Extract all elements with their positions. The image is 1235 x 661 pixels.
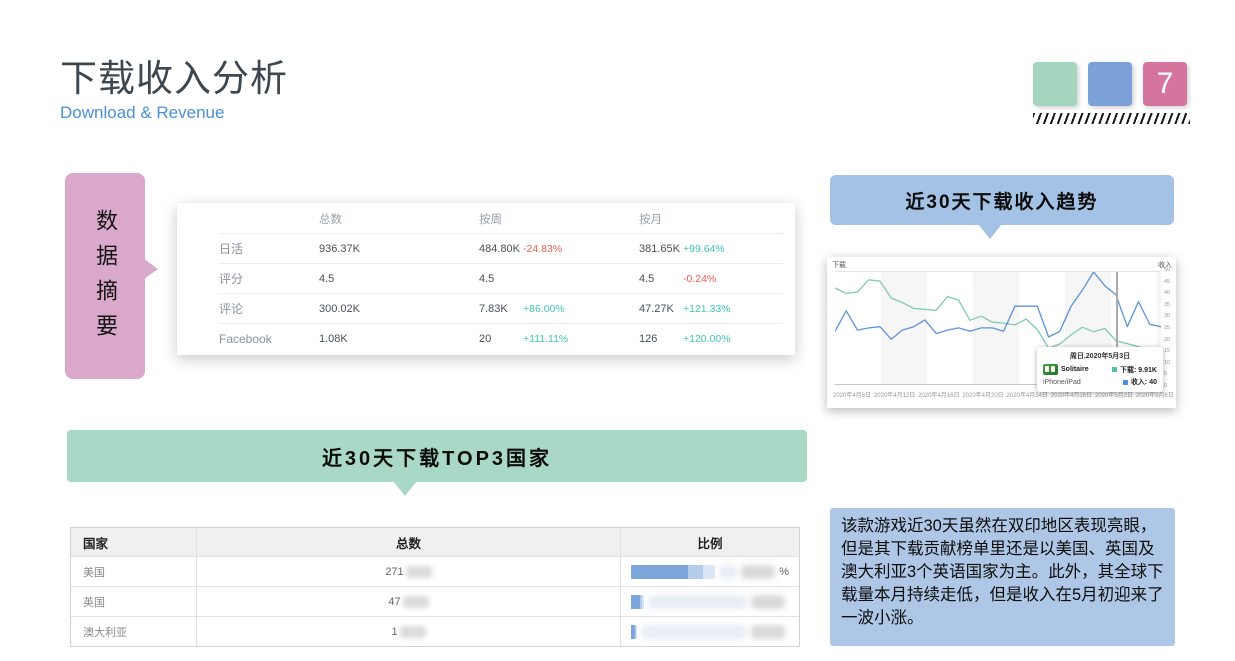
metrics-col-week: 按周: [479, 211, 639, 227]
redacted-percent: [741, 565, 775, 579]
metric-month-delta: +99.64%: [683, 243, 783, 255]
metric-week: 7.83K: [479, 303, 523, 315]
metric-month-delta: +121.33%: [683, 303, 783, 315]
trend-chart-card[interactable]: 下载 收入 50454035302520151050 2020年4月8日2020…: [827, 257, 1176, 408]
deco-square-green: [1033, 62, 1077, 106]
col-total: 总数: [196, 528, 620, 556]
top3-callout-pointer: [393, 481, 417, 496]
metric-week-delta: +86.00%: [523, 303, 639, 315]
country-total: 1: [391, 626, 397, 638]
metric-week: 484.80K: [479, 243, 523, 255]
country-name: 英国: [71, 587, 196, 616]
country-table-header: 国家 总数 比例: [71, 528, 799, 556]
country-row-usa: 美国 271 %: [71, 556, 799, 586]
ratio-bar: [631, 625, 637, 639]
metrics-row-dau: 日活 936.37K 484.80K -24.83% 381.65K +99.6…: [219, 233, 783, 263]
redacted-number: [400, 626, 426, 638]
redacted-area: [719, 565, 737, 579]
country-row-australia: 澳大利亚 1: [71, 616, 799, 646]
redacted-area: [641, 625, 747, 639]
metric-total: 4.5: [319, 273, 479, 285]
tooltip-device: iPhone/iPad: [1043, 379, 1081, 386]
metric-month: 381.65K: [639, 243, 683, 255]
revenue-series-swatch: [1123, 380, 1128, 385]
page-subtitle: Download & Revenue: [60, 103, 224, 123]
right-axis-ticks: 50454035302520151050: [1164, 267, 1170, 389]
top3-section-title: 近30天下载TOP3国家: [322, 442, 552, 471]
deco-square-blue: [1088, 62, 1132, 106]
metric-label: 日活: [219, 240, 319, 257]
analysis-note-text: 该款游戏近30天虽然在双印地区表现亮眼，但是其下载贡献榜单里还是以美国、英国及澳…: [841, 517, 1164, 627]
redacted-number: [406, 566, 432, 578]
page-number-badge: 7: [1143, 62, 1187, 106]
metric-label: 评论: [219, 300, 319, 317]
trend-section-header[interactable]: 近30天下载收入趋势: [830, 175, 1174, 225]
metric-total: 936.37K: [319, 243, 479, 255]
country-table[interactable]: 国家 总数 比例 美国 271 % 英国 47: [70, 527, 800, 647]
metrics-row-rating: 评分 4.5 4.5 4.5 -0.24%: [219, 263, 783, 293]
metrics-card[interactable]: 总数 按周 按月 日活 936.37K 484.80K -24.83% 381.…: [177, 203, 795, 355]
metrics-row-facebook: Facebook 1.08K 20 +111.11% 126 +120.00%: [219, 323, 783, 353]
country-name: 美国: [71, 557, 196, 586]
analysis-note-box[interactable]: 该款游戏近30天虽然在双印地区表现亮眼，但是其下载贡献榜单里还是以美国、英国及澳…: [830, 508, 1175, 646]
summary-callout-label: 数据摘要: [89, 209, 121, 349]
redacted-percent: [751, 595, 785, 609]
country-total: 47: [388, 596, 400, 608]
tooltip-revenue-value: 收入: 40: [1131, 377, 1157, 387]
ratio-bar: [631, 565, 715, 579]
col-ratio: 比例: [620, 528, 799, 556]
metric-month: 126: [639, 333, 683, 345]
callout-right-arrow: [144, 259, 158, 279]
metrics-row-reviews: 评论 300.02K 7.83K +86.00% 47.27K +121.33%: [219, 293, 783, 323]
country-total: 271: [385, 566, 403, 578]
page-title: 下载收入分析: [60, 48, 288, 102]
country-name: 澳大利亚: [71, 617, 196, 646]
trend-section-title: 近30天下载收入趋势: [905, 187, 1098, 214]
metrics-col-month: 按月: [639, 211, 783, 227]
tooltip-app-name: Solitaire: [1061, 366, 1089, 373]
metric-week-delta: -24.83%: [523, 243, 639, 255]
metrics-col-total: 总数: [319, 211, 479, 227]
metric-month: 4.5: [639, 273, 683, 285]
metric-month-delta: +120.00%: [683, 333, 783, 345]
metric-week-delta: +111.11%: [523, 333, 639, 345]
percent-sign: %: [779, 566, 789, 578]
metric-week: 20: [479, 333, 523, 345]
metric-month: 47.27K: [639, 303, 683, 315]
trend-callout-pointer: [978, 224, 1002, 239]
chart-tooltip: 周日,2020年5月3日 Solitaire 下载: 9.91K iPhone/…: [1037, 347, 1163, 392]
ratio-bar: [631, 595, 644, 609]
metric-month-delta: -0.24%: [683, 273, 783, 285]
metric-label: 评分: [219, 270, 319, 287]
tooltip-download-value: 下载: 9.91K: [1120, 365, 1157, 375]
summary-callout[interactable]: 数据摘要: [65, 173, 145, 379]
country-row-uk: 英国 47: [71, 586, 799, 616]
col-country: 国家: [71, 528, 196, 556]
redacted-area: [648, 595, 747, 609]
metrics-header-row: 总数 按周 按月: [219, 205, 783, 233]
left-axis-label: 下载: [832, 260, 846, 270]
metric-label: Facebook: [219, 332, 319, 346]
page-number: 7: [1157, 67, 1174, 101]
metric-total: 300.02K: [319, 303, 479, 315]
hatch-divider: [1033, 113, 1190, 124]
metric-week: 4.5: [479, 273, 523, 285]
download-series-swatch: [1112, 367, 1117, 372]
top3-section-header[interactable]: 近30天下载TOP3国家: [67, 430, 807, 482]
solitaire-app-icon: [1043, 364, 1058, 375]
tooltip-date: 周日,2020年5月3日: [1043, 351, 1157, 361]
metric-total: 1.08K: [319, 333, 479, 345]
slide: 下载收入分析 Download & Revenue 7 数据摘要 总数 按周 按…: [0, 0, 1235, 661]
redacted-percent: [751, 625, 785, 639]
redacted-number: [403, 596, 429, 608]
